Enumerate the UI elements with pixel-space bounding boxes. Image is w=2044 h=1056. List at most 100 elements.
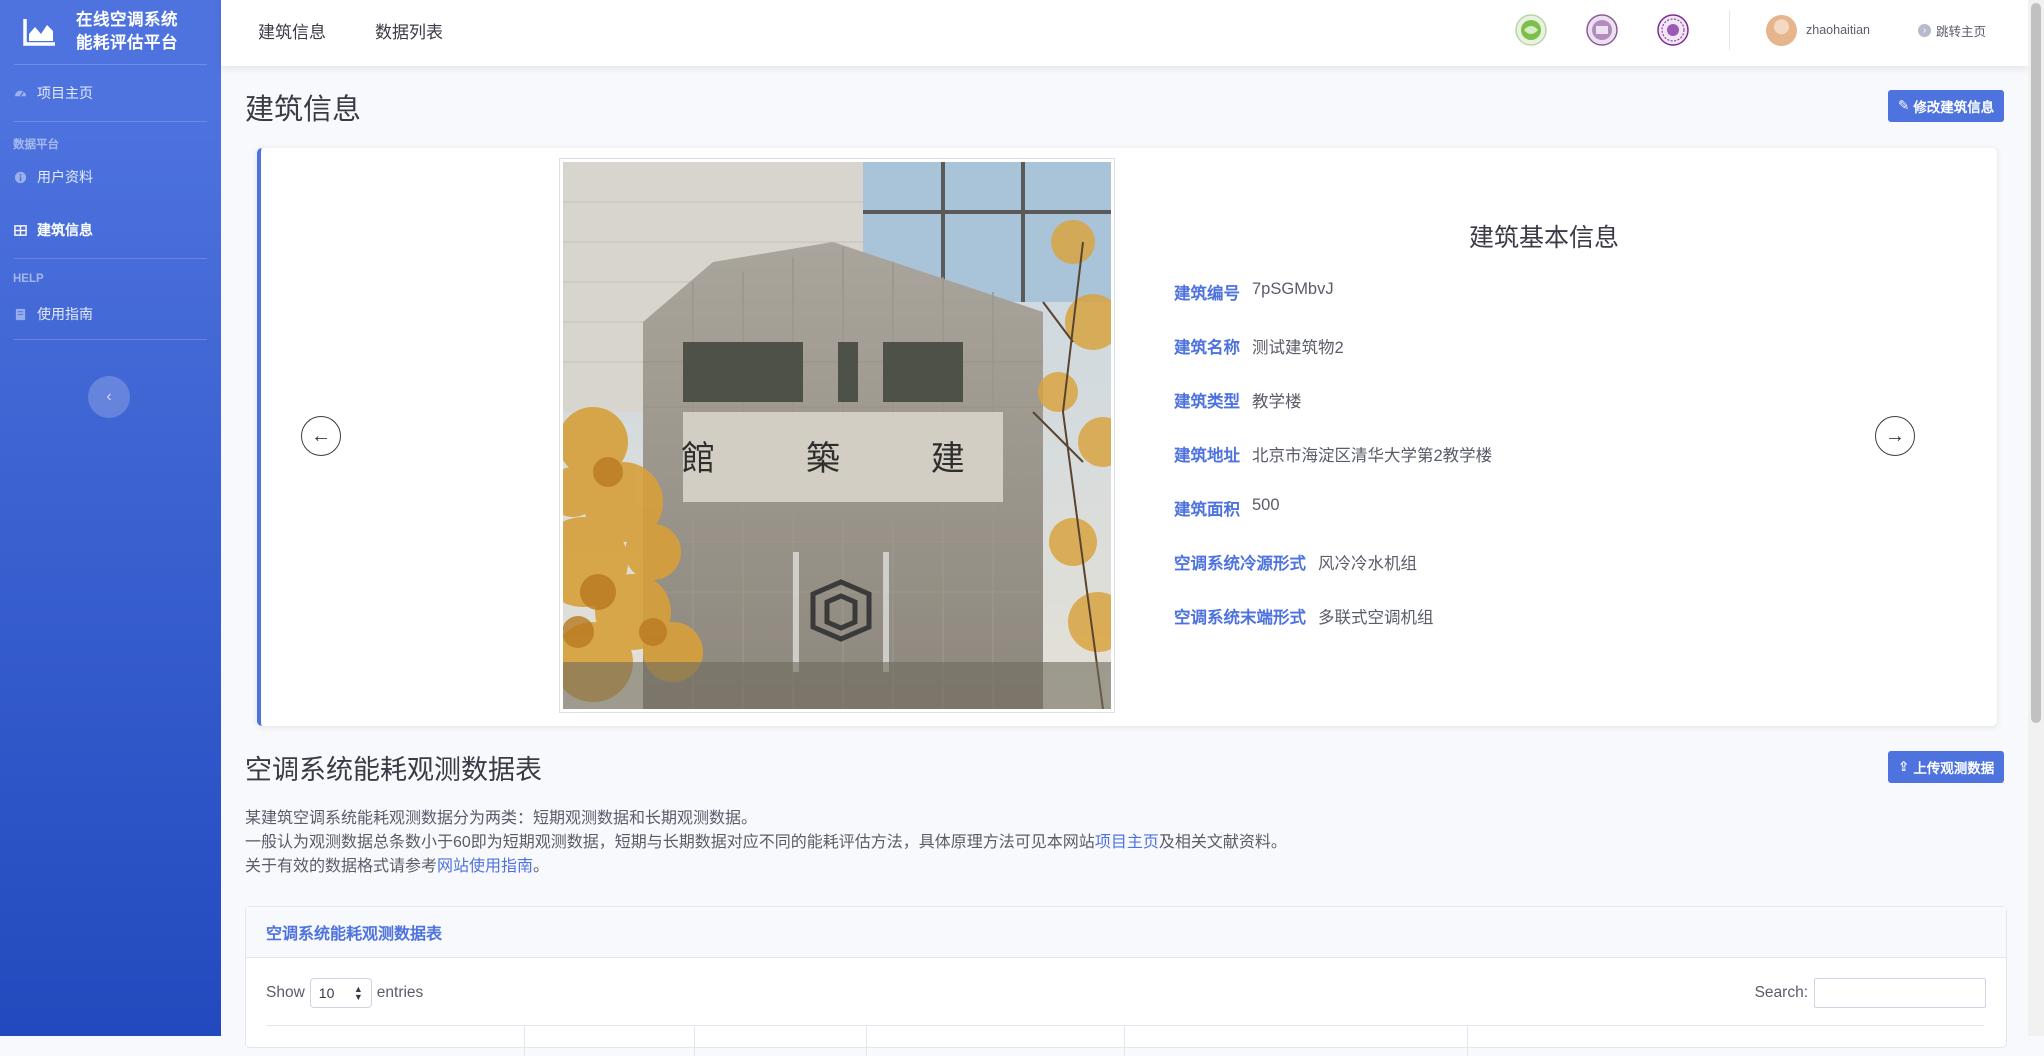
arrow-right-circle-icon: › xyxy=(1917,23,1931,37)
dashboard-icon xyxy=(14,90,27,97)
avatar[interactable] xyxy=(1766,14,1798,46)
section-description: 某建筑空调系统能耗观测数据分为两类：短期观测数据和长期观测数据。 一般认为观测数… xyxy=(245,807,1287,879)
info-row-name: 建筑名称 测试建筑物2 xyxy=(1174,334,1344,358)
jump-home-link[interactable]: › 跳转主页 xyxy=(1917,21,1986,40)
data-table-header: 空调系统能耗观测数据表 xyxy=(246,907,2006,958)
sidebar-item-building[interactable]: 建筑信息 xyxy=(0,202,221,258)
edit-building-label: 修改建筑信息 xyxy=(1913,100,1995,115)
info-row-terminal: 空调系统末端形式 多联式空调机组 xyxy=(1174,604,1434,628)
entries-select[interactable]: 10 ▲ ▼ xyxy=(309,978,372,1008)
info-value: 风冷冷水机组 xyxy=(1318,555,1417,573)
info-circle-icon xyxy=(14,171,27,183)
building-card: ← 館 築 建 建筑基本信息 建筑编号 7pSGMbvJ 建筑名称 测试建筑物2… xyxy=(257,148,1997,726)
info-row-cooling-source: 空调系统冷源形式 风冷冷水机组 xyxy=(1174,550,1417,574)
project-home-link[interactable]: 项目主页 xyxy=(1095,834,1159,851)
info-row-area: 建筑面积 500 xyxy=(1174,496,1280,520)
upload-data-label: 上传观测数据 xyxy=(1913,761,1995,776)
sidebar-divider xyxy=(14,339,207,340)
table-header-cell[interactable] xyxy=(1125,1026,1468,1056)
desc-line-3: 关于有效的数据格式请参考网站使用指南。 xyxy=(245,858,550,875)
info-value: 北京市海淀区清华大学第2教学楼 xyxy=(1252,447,1493,465)
university-seal-icon[interactable] xyxy=(1586,14,1618,46)
info-label: 建筑地址 xyxy=(1174,447,1240,465)
info-label: 建筑编号 xyxy=(1174,285,1240,303)
sidebar: 在线空调系统 能耗评估平台 项目主页 数据平台 用户资料 建筑信息 HELP 使… xyxy=(0,0,221,1036)
updown-icon: ▲ ▼ xyxy=(353,984,363,1002)
search-control: Search: xyxy=(1755,978,1986,1008)
sidebar-item-label: 使用指南 xyxy=(37,306,93,322)
sidebar-toggle-button[interactable]: ‹ xyxy=(88,376,130,418)
sidebar-heading: HELP xyxy=(13,273,44,285)
jump-home-label: 跳转主页 xyxy=(1935,24,1986,39)
usage-guide-link[interactable]: 网站使用指南 xyxy=(437,858,533,875)
sidebar-item-profile[interactable]: 用户资料 xyxy=(0,152,221,202)
upload-data-button[interactable]: ⇪ 上传观测数据 xyxy=(1888,751,2005,783)
brand[interactable]: 在线空调系统 能耗评估平台 xyxy=(0,0,221,64)
table-header-cell[interactable] xyxy=(1468,1026,1984,1056)
info-label: 建筑名称 xyxy=(1174,339,1240,357)
photo-plaque-text: 館 築 建 xyxy=(681,439,1005,479)
info-value: 500 xyxy=(1252,496,1280,514)
table-header-cell[interactable] xyxy=(867,1026,1125,1056)
brand-line2: 能耗评估平台 xyxy=(76,34,178,52)
purple-seal-icon[interactable] xyxy=(1657,14,1689,46)
book-icon xyxy=(15,308,26,320)
info-label: 建筑面积 xyxy=(1174,501,1240,519)
data-table-card: 空调系统能耗观测数据表 Show 10 ▲ ▼ entries Search: xyxy=(245,906,2007,1056)
sidebar-item-home[interactable]: 项目主页 xyxy=(0,65,221,121)
top-nav: 建筑信息 数据列表 xyxy=(258,0,443,60)
info-row-address: 建筑地址 北京市海淀区清华大学第2教学楼 xyxy=(1174,442,1492,466)
username[interactable]: zhaohaitian xyxy=(1806,23,1870,37)
table-header-cell[interactable] xyxy=(525,1026,696,1056)
desc-line-2: 一般认为观测数据总条数小于60即为短期观测数据，短期与长期数据对应不同的能耗评估… xyxy=(245,834,1287,851)
show-label: Show xyxy=(266,984,305,1001)
entries-control: Show 10 ▲ ▼ entries xyxy=(266,978,423,1008)
page-scrollbar[interactable] xyxy=(2028,0,2044,1036)
table-header-cell[interactable] xyxy=(266,1026,525,1056)
building-photo: 館 築 建 xyxy=(559,158,1115,713)
top-nav-building[interactable]: 建筑信息 xyxy=(258,18,326,43)
arrow-left-icon: ← xyxy=(311,424,331,447)
topbar: 建筑信息 数据列表 zhaohaitian › 跳转主页 xyxy=(221,0,2028,66)
info-row-id: 建筑编号 7pSGMbvJ xyxy=(1174,280,1334,304)
info-value: 测试建筑物2 xyxy=(1252,339,1344,357)
entries-label: entries xyxy=(376,984,424,1001)
info-label: 空调系统末端形式 xyxy=(1174,609,1306,627)
topbar-divider xyxy=(1729,10,1731,50)
page-title: 建筑信息 xyxy=(245,94,362,126)
entries-value: 10 xyxy=(318,985,335,1001)
sidebar-item-label: 建筑信息 xyxy=(37,222,93,238)
search-label: Search: xyxy=(1754,984,1808,1001)
section-title: 空调系统能耗观测数据表 xyxy=(245,755,542,785)
table-header-cell[interactable] xyxy=(695,1026,867,1056)
info-row-type: 建筑类型 教学楼 xyxy=(1174,388,1302,412)
top-right: zhaohaitian › 跳转主页 xyxy=(1476,0,1986,60)
table-head-row xyxy=(266,1025,1984,1056)
edit-building-button[interactable]: ✎ 修改建筑信息 xyxy=(1888,90,2005,122)
carousel-prev-button[interactable]: ← xyxy=(301,416,341,456)
table-icon xyxy=(14,224,27,236)
upload-icon: ⇪ xyxy=(1898,759,1910,774)
chevron-left-icon: ‹ xyxy=(106,388,112,405)
sidebar-heading: 数据平台 xyxy=(13,139,59,151)
area-chart-icon xyxy=(23,19,55,46)
info-label: 建筑类型 xyxy=(1174,393,1240,411)
green-logo-icon[interactable] xyxy=(1515,14,1547,46)
building-info: 建筑基本信息 建筑编号 7pSGMbvJ 建筑名称 测试建筑物2 建筑类型 教学… xyxy=(1174,148,1914,726)
arrow-right-icon: → xyxy=(1885,424,1905,447)
info-value: 7pSGMbvJ xyxy=(1252,280,1334,298)
carousel-next-button[interactable]: → xyxy=(1875,416,1915,456)
search-input[interactable] xyxy=(1814,978,1986,1008)
building-photo-image: 館 築 建 xyxy=(563,162,1111,709)
top-nav-data-list[interactable]: 数据列表 xyxy=(375,18,443,43)
sidebar-item-label: 用户资料 xyxy=(37,169,93,185)
info-value: 教学楼 xyxy=(1252,393,1302,411)
desc-line-1: 某建筑空调系统能耗观测数据分为两类：短期观测数据和长期观测数据。 xyxy=(245,810,758,827)
brand-line1: 在线空调系统 xyxy=(76,11,178,29)
pencil-icon: ✎ xyxy=(1898,98,1910,113)
info-label: 空调系统冷源形式 xyxy=(1174,555,1306,573)
sidebar-item-label: 项目主页 xyxy=(37,85,93,101)
building-info-title: 建筑基本信息 xyxy=(1468,224,1619,252)
sidebar-item-guide[interactable]: 使用指南 xyxy=(0,289,221,339)
scrollbar-thumb[interactable] xyxy=(2031,3,2041,723)
